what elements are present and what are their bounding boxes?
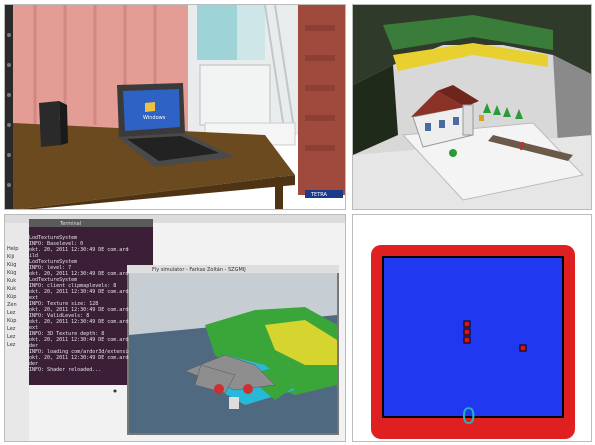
snake-segment xyxy=(463,328,471,336)
sidebar-item[interactable]: Kuk xyxy=(7,277,29,285)
snake-segment xyxy=(463,320,471,328)
terminal-line: okt. 20, 2011 12:30:49 DE com.ardor3d.ex… xyxy=(29,247,129,253)
terminal-output: LodTextureSystem INFO: Baselevel: 0 okt. 2… xyxy=(29,235,129,385)
game-field xyxy=(382,256,564,418)
sidebar-item[interactable]: Lez xyxy=(7,325,29,333)
terminal-line: INFO: Shader reloaded... xyxy=(29,367,102,373)
flight-sim-desktop: LodTextureSystem INFO: Baselevel: 0 okt. 2… xyxy=(4,214,346,442)
terminal-line: okt. 20, 2011 12:30:49 DE com.ardor3d. xyxy=(29,289,129,295)
terminal-line: okt. 20, 2011 12:30:49 DE com.ardor3d. xyxy=(29,355,129,361)
laptop-screen-text: Windows xyxy=(143,115,166,121)
sidebar-item[interactable]: Küg xyxy=(7,261,29,269)
sidebar-item[interactable]: Kiji xyxy=(7,253,29,261)
sidebar-item[interactable]: Lez xyxy=(7,341,29,349)
flight-window-title: Fly simulator - Farkas Zoltán - SZGMIJ xyxy=(152,267,246,273)
sidebar-item[interactable]: Küp xyxy=(7,317,29,325)
sidebar-item[interactable]: Zen xyxy=(7,301,29,309)
room-laptop-render: Windows TETRA xyxy=(4,4,346,210)
terminal-title: Terminal xyxy=(60,221,82,227)
snake-segment xyxy=(463,336,471,344)
terminal-line: okt. 20, 2011 12:30:49 DE com.ardor3d. xyxy=(29,337,129,343)
sidebar-list: Help Kiji Küg Küg Kuk Kuk Küp Zen Lez Küp Lez Lez Le… xyxy=(7,245,29,349)
sidebar-item[interactable]: Lez xyxy=(7,309,29,317)
ar-station-photo xyxy=(352,4,592,210)
terminal-line: okt. 20, 2011 12:30:49 DE com.ardor3d. xyxy=(29,319,129,325)
tetra-logo: TETRA xyxy=(310,192,328,198)
food-block xyxy=(519,344,527,352)
sidebar-item[interactable]: Kuk xyxy=(7,285,29,293)
sidebar-item[interactable]: Help xyxy=(7,245,29,253)
sidebar-item[interactable]: Küp xyxy=(7,293,29,301)
score-display: 0 xyxy=(462,403,476,430)
sidebar-item[interactable]: Lez xyxy=(7,333,29,341)
sidebar-item[interactable]: Küg xyxy=(7,269,29,277)
